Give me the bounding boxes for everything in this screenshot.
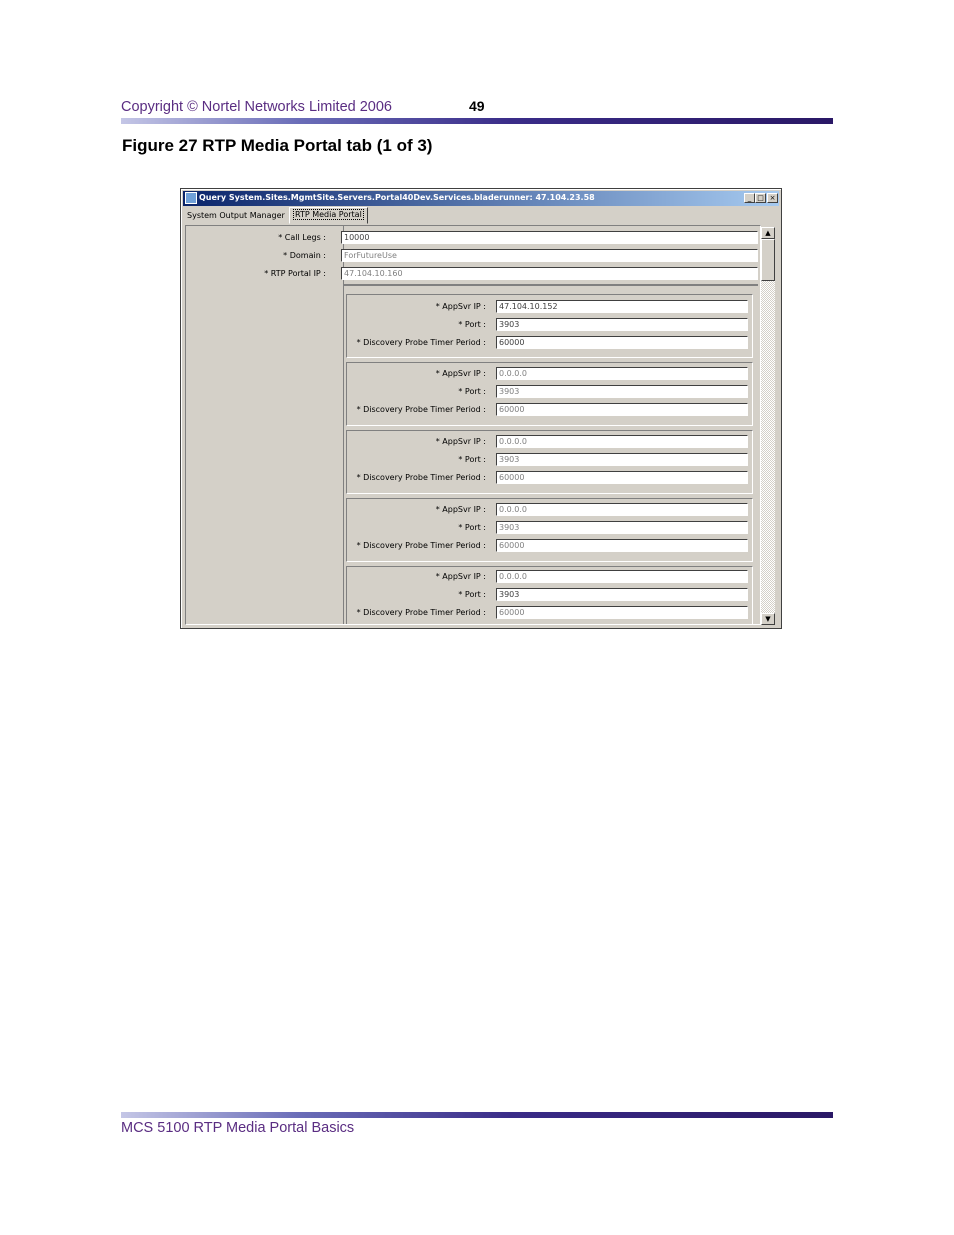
port-label: * Port : [458,387,486,396]
discovery-probe-timer-field[interactable]: 60000 [496,606,748,619]
scroll-up-arrow-icon[interactable]: ▲ [761,227,775,239]
discovery-probe-timer-field[interactable]: 60000 [496,336,748,349]
appsvr-group-2: * AppSvr IP : 0.0.0.0 * Port : 3903 * Di… [346,362,753,426]
discovery-probe-timer-label: * Discovery Probe Timer Period : [356,405,486,414]
rtp-media-portal-panel: * Call Legs : 10000 * Domain : ForFuture… [185,225,761,625]
figure-caption: Figure 27 RTP Media Portal tab (1 of 3) [122,136,433,155]
appsvr-ip-field[interactable]: 0.0.0.0 [496,570,748,583]
maximize-button[interactable]: □ [755,193,766,203]
rtp-portal-ip-field[interactable]: 47.104.10.160 [341,267,758,280]
header-rule [121,118,833,124]
window-app-icon [185,192,197,204]
port-label: * Port : [458,320,486,329]
appsvr-ip-field[interactable]: 47.104.10.152 [496,300,748,313]
appsvr-ip-label: * AppSvr IP : [435,437,486,446]
port-field[interactable]: 3903 [496,385,748,398]
copyright-text: Copyright © Nortel Networks Limited 2006 [121,99,392,115]
discovery-probe-timer-label: * Discovery Probe Timer Period : [356,473,486,482]
discovery-probe-timer-label: * Discovery Probe Timer Period : [356,541,486,550]
scroll-down-arrow-icon[interactable]: ▼ [761,613,775,625]
title-bar[interactable]: Query System.Sites.MgmtSite.Servers.Port… [183,191,779,206]
close-button[interactable]: × [767,193,778,203]
port-field[interactable]: 3903 [496,588,748,601]
appsvr-list: * AppSvr IP : 47.104.10.152 * Port : 390… [343,284,758,624]
discovery-probe-timer-label: * Discovery Probe Timer Period : [356,608,486,617]
footer-rule [121,1112,833,1118]
discovery-probe-timer-label: * Discovery Probe Timer Period : [356,338,486,347]
label-column [186,226,344,624]
tab-system-output-manager[interactable]: System Output Manager [184,209,288,222]
query-window: Query System.Sites.MgmtSite.Servers.Port… [180,188,782,629]
port-field[interactable]: 3903 [496,453,748,466]
appsvr-ip-label: * AppSvr IP : [435,369,486,378]
appsvr-ip-label: * AppSvr IP : [435,572,486,581]
minimize-button[interactable]: _ [744,193,755,203]
page-number: 49 [469,98,485,114]
appsvr-ip-field[interactable]: 0.0.0.0 [496,435,748,448]
appsvr-group-4: * AppSvr IP : 0.0.0.0 * Port : 3903 * Di… [346,498,753,562]
appsvr-group-1: * AppSvr IP : 47.104.10.152 * Port : 390… [346,294,753,358]
appsvr-ip-field[interactable]: 0.0.0.0 [496,367,748,380]
discovery-probe-timer-field[interactable]: 60000 [496,539,748,552]
discovery-probe-timer-field[interactable]: 60000 [496,471,748,484]
appsvr-ip-field[interactable]: 0.0.0.0 [496,503,748,516]
port-field[interactable]: 3903 [496,318,748,331]
appsvr-ip-label: * AppSvr IP : [435,505,486,514]
rtp-portal-ip-label: * RTP Portal IP : [264,269,326,278]
tab-label: RTP Media Portal [293,209,364,220]
domain-field[interactable]: ForFutureUse [341,249,758,262]
domain-label: * Domain : [283,251,326,260]
call-legs-field[interactable]: 10000 [341,231,758,244]
tab-rtp-media-portal[interactable]: RTP Media Portal [289,207,368,224]
scrollbar-thumb[interactable] [761,239,775,281]
call-legs-label: * Call Legs : [278,233,326,242]
appsvr-group-3: * AppSvr IP : 0.0.0.0 * Port : 3903 * Di… [346,430,753,494]
appsvr-ip-label: * AppSvr IP : [435,302,486,311]
vertical-scrollbar[interactable]: ▲ ▼ [761,227,775,625]
port-label: * Port : [458,590,486,599]
footer-text: MCS 5100 RTP Media Portal Basics [121,1120,355,1136]
discovery-probe-timer-field[interactable]: 60000 [496,403,748,416]
tab-label: System Output Manager [187,211,285,220]
port-label: * Port : [458,455,486,464]
appsvr-group-5: * AppSvr IP : 0.0.0.0 * Port : 3903 * Di… [346,566,753,624]
port-label: * Port : [458,523,486,532]
port-field[interactable]: 3903 [496,521,748,534]
window-title: Query System.Sites.MgmtSite.Servers.Port… [199,193,595,202]
